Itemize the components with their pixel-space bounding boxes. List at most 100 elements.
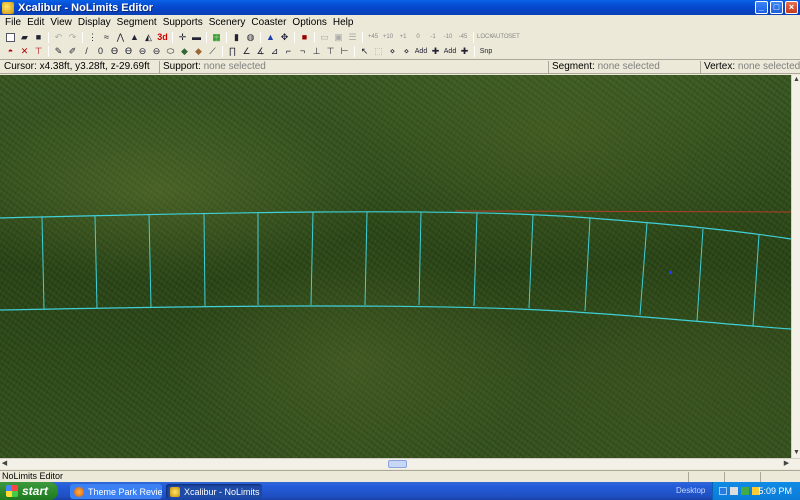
connect-alt-icon[interactable]: ⋄ (400, 45, 413, 57)
menu-display[interactable]: Display (75, 17, 114, 28)
coaster-icon[interactable]: ◭ (142, 31, 155, 43)
pin-icon[interactable]: / (80, 45, 93, 57)
rail-icon[interactable]: Ө (108, 45, 121, 57)
pillar-icon[interactable]: ∏ (226, 45, 239, 57)
angle-alt-icon[interactable]: ∡ (254, 45, 267, 57)
cross-link-icon[interactable]: ✚ (429, 45, 442, 57)
ring-alt-icon[interactable]: ⊖ (150, 45, 163, 57)
rotate-plus-10-icon[interactable]: +10 (381, 34, 395, 40)
lock-roll-icon[interactable]: LOCK (477, 34, 493, 40)
traffic-light-icon[interactable]: ▮ (230, 31, 243, 43)
rail-alt-icon[interactable]: Ө (122, 45, 135, 57)
track-rail-top[interactable] (0, 211, 791, 240)
split-segment-icon[interactable]: ✕ (18, 45, 31, 57)
start-button[interactable]: start (0, 482, 58, 500)
scenery-icon[interactable]: ▲ (128, 31, 141, 43)
node-icon[interactable]: 0 (94, 45, 107, 57)
minimize-button[interactable]: _ (755, 1, 768, 14)
tie-alt-icon[interactable]: ⊤ (324, 45, 337, 57)
beam-icon[interactable]: ⊢ (338, 45, 351, 57)
menu-options[interactable]: Options (289, 17, 329, 28)
delete-tool-icon[interactable]: ◓ (4, 45, 17, 57)
pointer-icon[interactable]: ↖ (358, 45, 371, 57)
ellipse-icon[interactable]: ⬭ (164, 45, 177, 57)
tie-icon[interactable]: ⊥ (310, 45, 323, 57)
catwalk-icon[interactable]: ⟋ (206, 45, 219, 57)
window-alt-icon[interactable]: ▣ (332, 31, 345, 43)
add-alt-button[interactable]: Add (443, 45, 457, 57)
wave-track-icon[interactable]: ≈ (100, 31, 113, 43)
undo-icon[interactable]: ↶ (52, 31, 65, 43)
terrain-icon[interactable]: ⋀ (114, 31, 127, 43)
info-status-row: Cursor: x4.38ft, y3.28ft, z-29.69ft Supp… (0, 59, 800, 74)
crosshair-icon[interactable]: ✛ (176, 31, 189, 43)
menu-file[interactable]: File (2, 17, 24, 28)
menu-edit[interactable]: Edit (24, 17, 47, 28)
menu-supports[interactable]: Supports (160, 17, 206, 28)
menu-coaster[interactable]: Coaster (248, 17, 289, 28)
taskbar-item-editor[interactable]: Xcalibur - NoLimits Edi... (166, 484, 262, 499)
scroll-up-arrow[interactable]: ▲ (792, 75, 800, 85)
block-icon[interactable]: ◆ (178, 45, 191, 57)
brake-icon[interactable]: ◆ (192, 45, 205, 57)
rotate-minus-1-icon[interactable]: -1 (426, 34, 440, 40)
scroll-down-arrow[interactable]: ▼ (792, 448, 800, 458)
track-tie (203, 213, 206, 307)
track-rail-bottom[interactable] (0, 305, 791, 330)
menu-view[interactable]: View (47, 17, 75, 28)
ring-icon[interactable]: ⊖ (136, 45, 149, 57)
warning-icon[interactable]: ▲ (264, 31, 277, 43)
taskbar-item-browser[interactable]: Theme Park Review :... (70, 484, 162, 499)
vertical-scrollbar[interactable]: ▲ ▼ (791, 75, 800, 458)
angle-icon[interactable]: ∠ (240, 45, 253, 57)
scroll-left-arrow[interactable]: ◀ (0, 459, 9, 469)
redo-icon[interactable]: ↷ (66, 31, 79, 43)
vertex-marker[interactable] (669, 271, 672, 274)
scroll-right-arrow[interactable]: ▶ (782, 459, 791, 469)
menu-segment[interactable]: Segment (114, 17, 160, 28)
grid-icon[interactable]: ▦ (210, 31, 223, 43)
three-d-view-button[interactable]: 3d (156, 31, 169, 43)
rotate-zero-icon[interactable]: 0 (411, 34, 425, 40)
circle-tool-icon[interactable]: ◍ (244, 31, 257, 43)
maximize-button[interactable]: □ (770, 1, 783, 14)
clock[interactable]: 5:09 PM (758, 486, 792, 496)
line-tool-icon[interactable]: ▬ (190, 31, 203, 43)
pencil-alt-icon[interactable]: ✐ (66, 45, 79, 57)
support-tool-icon[interactable]: ⊤ (32, 45, 45, 57)
angle-right-icon[interactable]: ⊿ (268, 45, 281, 57)
rotate-minus-10-icon[interactable]: -10 (441, 34, 455, 40)
rotate-plus-45-icon[interactable]: +45 (366, 34, 380, 40)
select-icon[interactable]: ⬚ (372, 45, 385, 57)
bracket-icon[interactable]: ⌐ (282, 45, 295, 57)
move-icon[interactable]: ✥ (278, 31, 291, 43)
save-icon[interactable]: ■ (32, 31, 45, 43)
add-button[interactable]: Add (414, 45, 428, 57)
train-icon[interactable]: ■ (298, 31, 311, 43)
menu-help[interactable]: Help (330, 17, 357, 28)
bracket-alt-icon[interactable]: ¬ (296, 45, 309, 57)
title-bar[interactable]: Xcalibur - NoLimits Editor _ □ × (0, 0, 800, 15)
horizontal-scroll-thumb[interactable] (388, 460, 407, 468)
snap-button[interactable]: Snp (478, 45, 494, 57)
align-icon[interactable]: ☰ (346, 31, 359, 43)
set-roll-icon[interactable]: SET (507, 34, 521, 40)
rotate-minus-45-icon[interactable]: -45 (456, 34, 470, 40)
horizontal-scrollbar[interactable]: ◀ ▶ (0, 458, 800, 469)
network-icon[interactable] (730, 487, 738, 495)
pencil-icon[interactable]: ✎ (52, 45, 65, 57)
new-file-icon[interactable] (4, 31, 17, 43)
window-icon[interactable]: ▭ (318, 31, 331, 43)
close-button[interactable]: × (785, 1, 798, 14)
cross-link-alt-icon[interactable]: ✚ (458, 45, 471, 57)
track-view-icon[interactable]: ⋮ (86, 31, 99, 43)
rotate-plus-1-icon[interactable]: +1 (396, 34, 410, 40)
bluetooth-icon[interactable] (719, 487, 727, 495)
open-folder-icon[interactable]: ▰ (18, 31, 31, 43)
connect-icon[interactable]: ⋄ (386, 45, 399, 57)
security-icon[interactable] (741, 487, 749, 495)
auto-roll-icon[interactable]: AUTO (492, 34, 509, 40)
editor-viewport[interactable] (0, 75, 791, 458)
menu-scenery[interactable]: Scenery (206, 17, 249, 28)
desktop-toolbar-label[interactable]: Desktop (676, 486, 705, 495)
